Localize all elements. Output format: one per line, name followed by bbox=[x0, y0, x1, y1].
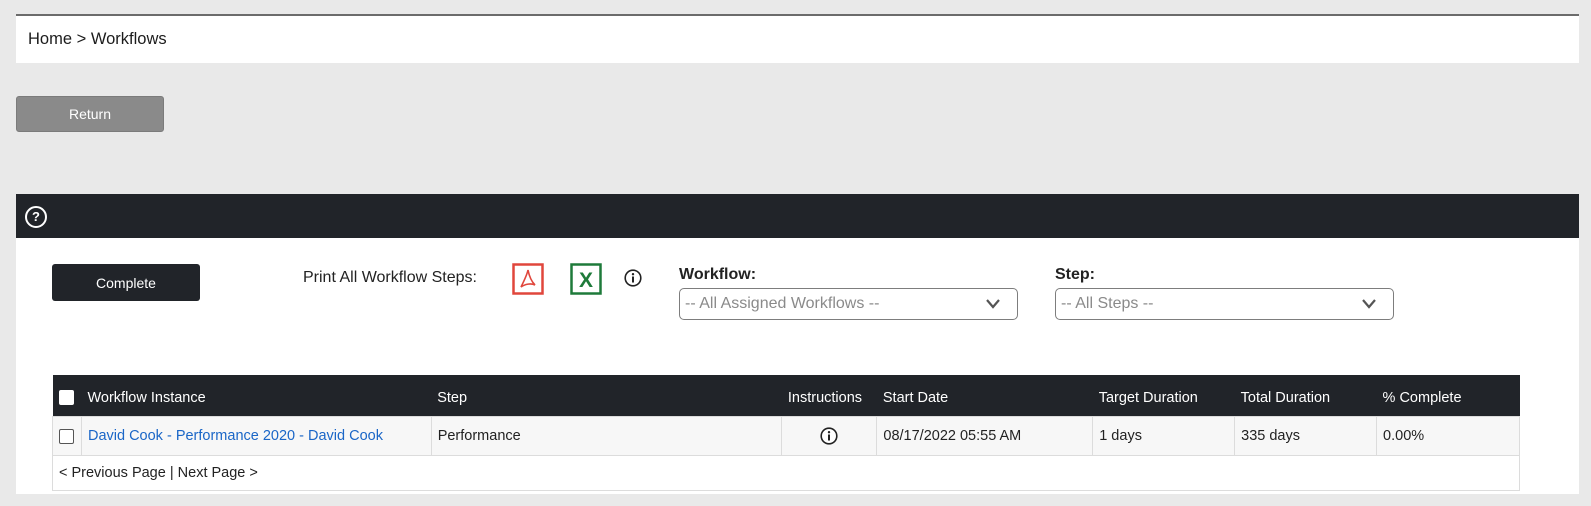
workflow-select[interactable]: -- All Assigned Workflows -- bbox=[679, 288, 1018, 320]
step-cell: Performance bbox=[430, 416, 783, 456]
column-header[interactable]: Instructions bbox=[781, 375, 877, 417]
target-duration-cell: 1 days bbox=[1092, 416, 1236, 456]
column-header[interactable]: Total Duration bbox=[1234, 375, 1377, 417]
pager-row: < Previous Page | Next Page > bbox=[52, 455, 1520, 491]
breadcrumb-separator: > bbox=[76, 30, 87, 48]
column-header[interactable]: Start Date bbox=[876, 375, 1093, 417]
previous-page-link[interactable]: < Previous Page bbox=[59, 465, 166, 481]
breadcrumb-home[interactable]: Home bbox=[28, 30, 72, 48]
pager-separator: | bbox=[169, 465, 174, 481]
row-select-cell bbox=[52, 416, 82, 456]
breadcrumb-current: Workflows bbox=[90, 30, 167, 48]
workflow-select-value: -- All Assigned Workflows -- bbox=[685, 295, 880, 312]
select-all-cell bbox=[52, 375, 82, 417]
column-header[interactable]: Workflow Instance bbox=[81, 375, 432, 417]
column-header[interactable]: % Complete bbox=[1376, 375, 1520, 417]
select-all-checkbox[interactable] bbox=[58, 390, 74, 406]
breadcrumb: Home > Workflows bbox=[16, 16, 1579, 63]
instance-cell: David Cook - Performance 2020 - David Co… bbox=[80, 416, 432, 456]
chevron-down-icon bbox=[986, 299, 1000, 309]
print-all-label: Print All Workflow Steps: bbox=[303, 269, 477, 286]
table-header-row: Workflow Instance Step Instructions Star… bbox=[52, 375, 1520, 417]
workflow-filter-label: Workflow: bbox=[679, 266, 757, 283]
workflow-instance-link[interactable]: David Cook - Performance 2020 - David Co… bbox=[88, 428, 383, 444]
complete-button[interactable]: Complete bbox=[52, 264, 200, 301]
start-date-cell: 08/17/2022 05:55 AM bbox=[876, 416, 1094, 456]
info-icon[interactable] bbox=[624, 269, 642, 292]
instructions-cell bbox=[781, 416, 878, 456]
info-icon[interactable] bbox=[820, 427, 838, 445]
step-filter-label: Step: bbox=[1055, 266, 1095, 283]
next-page-link[interactable]: Next Page > bbox=[178, 465, 258, 481]
pdf-icon[interactable] bbox=[512, 263, 544, 300]
panel-header: ? bbox=[16, 194, 1579, 238]
step-select-value: -- All Steps -- bbox=[1061, 295, 1154, 312]
chevron-down-icon bbox=[1362, 299, 1376, 309]
column-header[interactable]: Step bbox=[431, 375, 782, 417]
workflow-table: Workflow Instance Step Instructions Star… bbox=[52, 375, 1520, 491]
column-header[interactable]: Target Duration bbox=[1092, 375, 1235, 417]
pager-cell: < Previous Page | Next Page > bbox=[52, 455, 1520, 491]
return-button[interactable]: Return bbox=[16, 96, 164, 132]
row-checkbox[interactable] bbox=[59, 428, 74, 444]
step-select[interactable]: -- All Steps -- bbox=[1055, 288, 1394, 320]
total-duration-cell: 335 days bbox=[1234, 416, 1378, 456]
table-row: David Cook - Performance 2020 - David Co… bbox=[52, 416, 1520, 456]
svg-text:X: X bbox=[579, 269, 593, 292]
question-circle-icon[interactable]: ? bbox=[25, 206, 47, 228]
panel-body: Complete Print All Workflow Steps: X Wor… bbox=[16, 238, 1579, 494]
percent-complete-cell: 0.00% bbox=[1376, 416, 1520, 456]
excel-icon[interactable]: X bbox=[570, 263, 602, 300]
